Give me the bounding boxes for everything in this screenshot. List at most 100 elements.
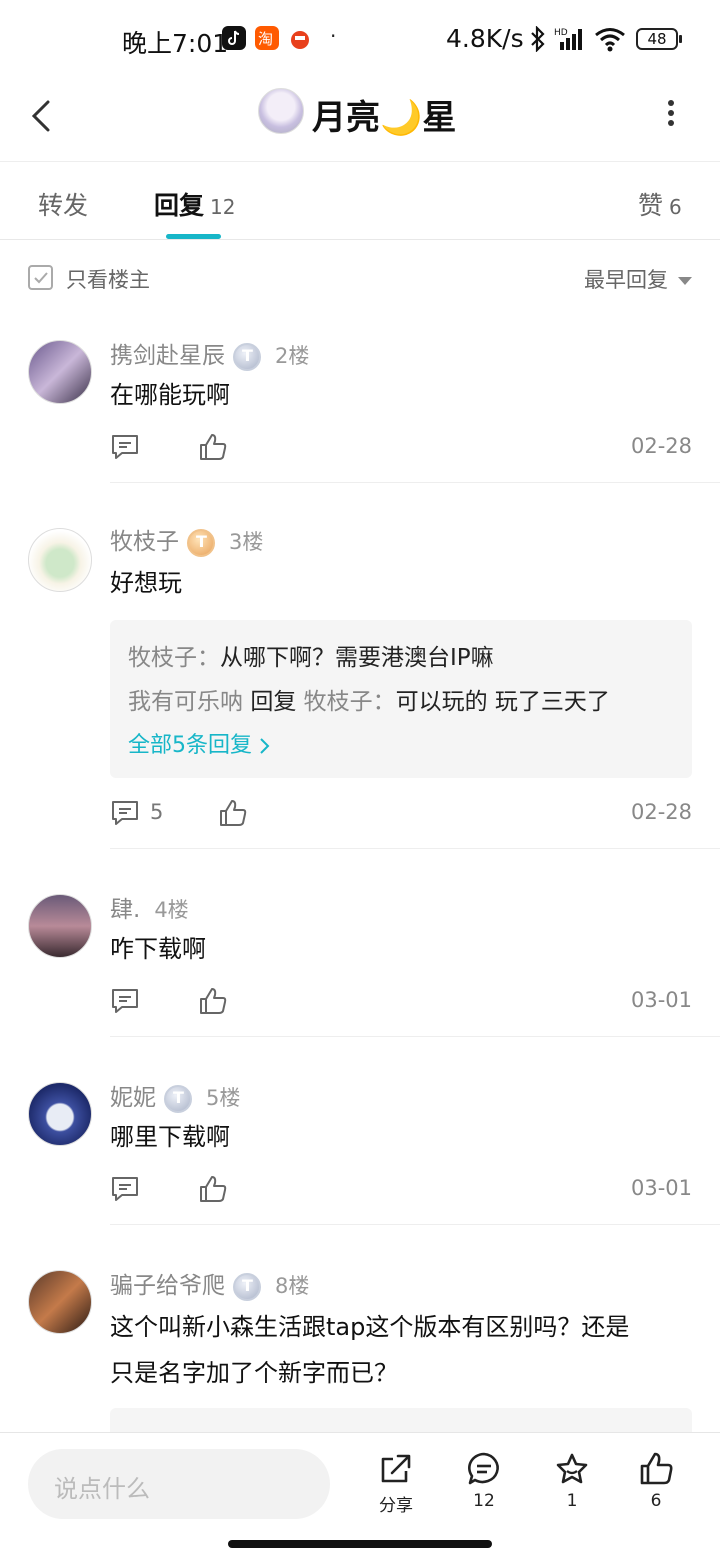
share-label: 分享	[379, 1496, 413, 1516]
reply-icon[interactable]	[110, 986, 140, 1016]
divider	[110, 848, 720, 849]
reply-author[interactable]: 我有可乐呐	[128, 689, 243, 715]
author-name[interactable]: 牧枝子	[110, 529, 179, 555]
comment-actions: 5 02-28	[110, 798, 692, 838]
reply-colon: ：	[197, 645, 220, 671]
reply-count: 5	[150, 800, 164, 824]
comment-bubble-icon	[468, 1452, 499, 1485]
home-indicator[interactable]	[228, 1540, 492, 1548]
reply-author[interactable]: 牧枝子	[128, 645, 197, 671]
chevron-right-icon	[260, 738, 270, 754]
like-button[interactable]: 6	[626, 1451, 686, 1511]
star-icon	[556, 1453, 588, 1484]
reply-line: 牧枝子：从哪下啊？需要港澳台IP嘛	[128, 636, 674, 680]
tab-replies-label: 回复	[154, 191, 205, 220]
only-op-checkbox[interactable]	[28, 265, 53, 290]
comment-author: 携剑赴星辰 2楼	[110, 336, 309, 371]
taobao-icon: 淘	[255, 26, 279, 50]
comment-date: 02-28	[630, 434, 692, 458]
reply-line: 我有可乐呐 回复 牧枝子：可以玩的 玩了三天了	[128, 680, 674, 724]
tab-likes-count: 6	[669, 195, 682, 219]
tab-likes[interactable]: 赞6	[638, 186, 682, 222]
tab-replies-count: 12	[210, 195, 236, 219]
reply-verb: 回复	[250, 689, 297, 715]
comment-text-line: 只是名字加了个新字而已？	[110, 1359, 398, 1387]
floor-number: 2楼	[275, 344, 310, 368]
divider	[110, 1036, 720, 1037]
like-icon[interactable]	[198, 986, 228, 1016]
comment-date: 03-01	[630, 1176, 692, 1200]
comment-input[interactable]: 说点什么	[28, 1449, 330, 1519]
user-avatar[interactable]	[28, 1082, 92, 1146]
comment-actions: 03-01	[110, 986, 692, 1026]
comment-author: 妮妮 5楼	[110, 1078, 240, 1113]
reply-icon[interactable]	[110, 1174, 140, 1204]
reply-preview-box[interactable]: 牧枝子：从哪下啊？需要港澳台IP嘛 我有可乐呐 回复 牧枝子：可以玩的 玩了三天…	[110, 620, 692, 778]
share-button[interactable]: 分享	[366, 1451, 426, 1516]
comment-text: 这个叫新小森生活跟tap这个版本有区别吗？还是 只是名字加了个新字而已？	[110, 1304, 690, 1396]
tiktok-icon	[222, 26, 246, 50]
caret-down-icon	[678, 277, 692, 285]
author-name[interactable]: 骗子给爷爬	[110, 1273, 225, 1299]
only-op-label[interactable]: 只看楼主	[66, 264, 150, 294]
tab-likes-label: 赞	[638, 191, 664, 220]
user-avatar[interactable]	[28, 1270, 92, 1334]
favorite-button[interactable]: 1	[542, 1451, 602, 1511]
comment-text: 咋下载啊	[110, 935, 206, 963]
author-avatar[interactable]	[258, 88, 304, 134]
tab-forward[interactable]: 转发	[38, 186, 88, 222]
user-avatar[interactable]	[28, 340, 92, 404]
author-name[interactable]: 携剑赴星辰	[110, 343, 225, 369]
tab-bar: 转发 回复 12 赞6	[0, 162, 720, 240]
page-title[interactable]: 月亮🌙星	[312, 90, 456, 139]
level-badge-icon	[187, 528, 215, 557]
tab-forward-label: 转发	[38, 191, 89, 220]
like-icon[interactable]	[218, 798, 248, 828]
comment-actions: 02-28	[110, 432, 692, 472]
view-all-replies-link[interactable]: 全部5条回复	[128, 724, 674, 768]
back-button[interactable]	[26, 96, 56, 136]
author-name[interactable]: 肆.	[110, 897, 140, 923]
user-avatar[interactable]	[28, 528, 92, 592]
floor-number: 4楼	[154, 898, 189, 922]
tab-replies[interactable]: 回复 12	[154, 186, 235, 222]
comment-text: 在哪能玩啊	[110, 381, 230, 409]
comments-count: 12	[473, 1491, 495, 1511]
comment-author: 骗子给爷爬 8楼	[110, 1266, 309, 1301]
svg-text:淘: 淘	[258, 30, 273, 48]
author-name[interactable]: 妮妮	[110, 1085, 156, 1111]
filter-row: 只看楼主 最早回复	[0, 240, 720, 316]
more-options-icon[interactable]	[662, 98, 680, 128]
comment-date: 02-28	[630, 800, 692, 824]
divider	[110, 482, 720, 483]
reply-text: 可以玩的 玩了三天了	[395, 689, 610, 715]
status-time: 晚上7:01	[122, 29, 229, 58]
comment-text: 哪里下载啊	[110, 1123, 230, 1151]
view-all-replies-label: 全部5条回复	[128, 733, 252, 758]
favorites-count: 1	[566, 1491, 578, 1511]
top-nav: 月亮🌙星	[0, 78, 720, 162]
status-bar: 晚上7:01 淘 · 4.8K/s HD 48	[0, 0, 720, 78]
reply-icon[interactable]	[110, 432, 140, 462]
reply-target[interactable]: 牧枝子	[304, 689, 373, 715]
floor-number: 8楼	[275, 1274, 310, 1298]
like-icon[interactable]	[198, 432, 228, 462]
thumbs-up-icon	[640, 1452, 673, 1485]
net-speed: 4.8K/s	[446, 24, 524, 53]
reply-icon[interactable]	[110, 798, 140, 828]
user-avatar[interactable]	[28, 894, 92, 958]
bluetooth-icon	[528, 25, 548, 56]
comment-author: 肆. 4楼	[110, 890, 189, 924]
status-dot: ·	[330, 24, 337, 48]
comments-button[interactable]: 12	[454, 1451, 514, 1511]
battery-indicator: 48	[636, 28, 682, 50]
level-badge-icon	[233, 342, 261, 371]
sort-dropdown[interactable]: 最早回复	[584, 264, 692, 294]
shopping-app-icon	[288, 26, 312, 50]
divider	[110, 1224, 720, 1225]
signal-icon: HD	[554, 26, 590, 56]
floor-number: 3楼	[229, 530, 264, 554]
active-tab-indicator	[166, 234, 221, 239]
reply-colon: ：	[372, 689, 396, 715]
like-icon[interactable]	[198, 1174, 228, 1204]
